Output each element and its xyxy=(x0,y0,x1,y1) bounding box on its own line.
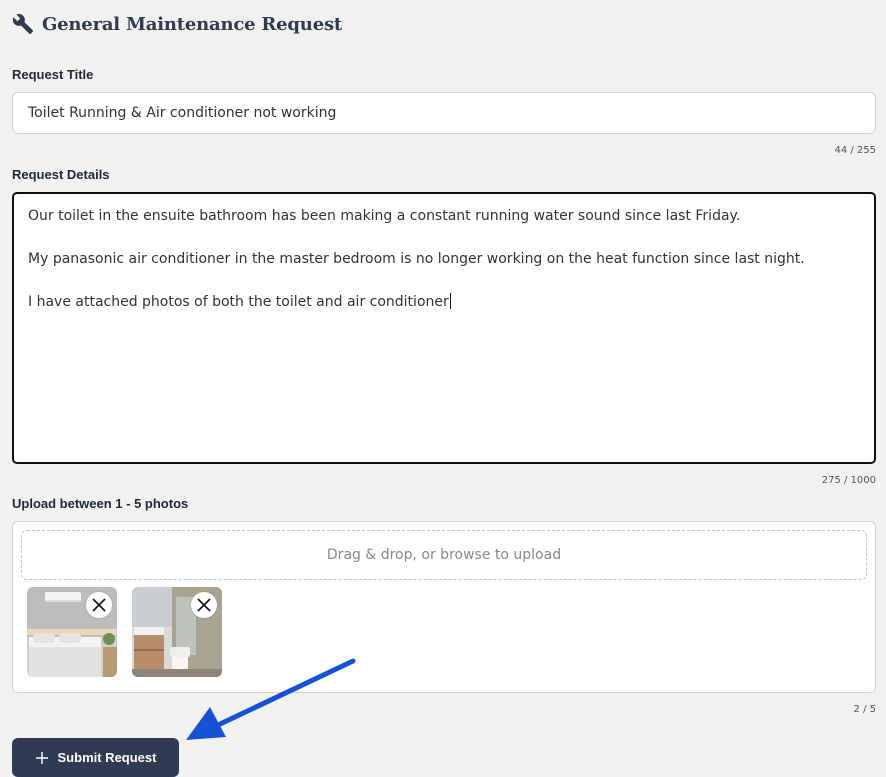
plus-icon xyxy=(35,751,48,764)
photo-upload-panel: Drag & drop, or browse to upload xyxy=(12,521,876,693)
close-icon xyxy=(197,598,211,612)
details-paragraph: Our toilet in the ensuite bathroom has b… xyxy=(28,208,741,224)
text-caret xyxy=(449,293,451,310)
submit-request-label: Submit Request xyxy=(57,750,157,765)
request-details-label: Request Details xyxy=(12,167,110,182)
submit-request-button[interactable]: Submit Request xyxy=(12,738,179,777)
details-paragraph: I have attached photos of both the toile… xyxy=(28,292,860,314)
upload-label: Upload between 1 - 5 photos xyxy=(12,496,189,511)
close-icon xyxy=(92,598,106,612)
page-header: General Maintenance Request xyxy=(12,13,342,35)
details-paragraph-text: I have attached photos of both the toile… xyxy=(28,294,449,311)
request-title-input[interactable]: Toilet Running & Air conditioner not wor… xyxy=(12,92,876,134)
request-details-textarea[interactable]: Our toilet in the ensuite bathroom has b… xyxy=(12,192,876,464)
wrench-icon xyxy=(12,14,34,35)
photo-thumbnail-bathroom[interactable] xyxy=(132,587,222,677)
remove-photo-button[interactable] xyxy=(86,592,112,618)
remove-photo-button[interactable] xyxy=(191,592,217,618)
title-char-counter: 44 / 255 xyxy=(834,145,876,156)
photo-counter: 2 / 5 xyxy=(853,704,876,715)
details-char-counter: 275 / 1000 xyxy=(821,475,876,486)
page-title: General Maintenance Request xyxy=(42,13,342,35)
photo-thumbnail-bedroom[interactable] xyxy=(27,587,117,677)
request-title-label: Request Title xyxy=(12,67,94,82)
details-paragraph: My panasonic air conditioner in the mast… xyxy=(28,251,805,268)
upload-dropzone[interactable]: Drag & drop, or browse to upload xyxy=(21,530,867,580)
